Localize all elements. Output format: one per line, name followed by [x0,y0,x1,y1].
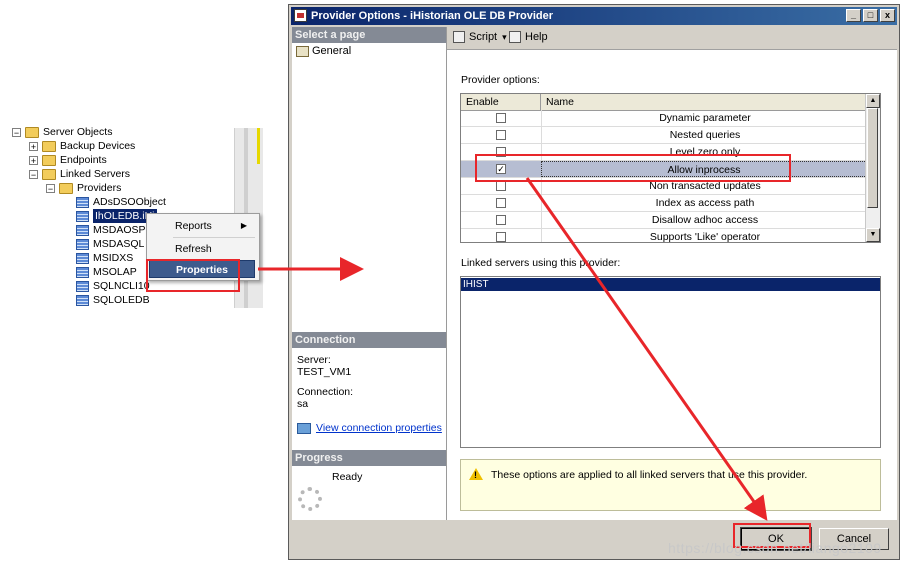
annotation-arrow-to-ok [525,177,768,521]
watermark: https://blog.csdn.net/liango2109 [668,540,882,556]
annotation-arrows [258,177,768,521]
